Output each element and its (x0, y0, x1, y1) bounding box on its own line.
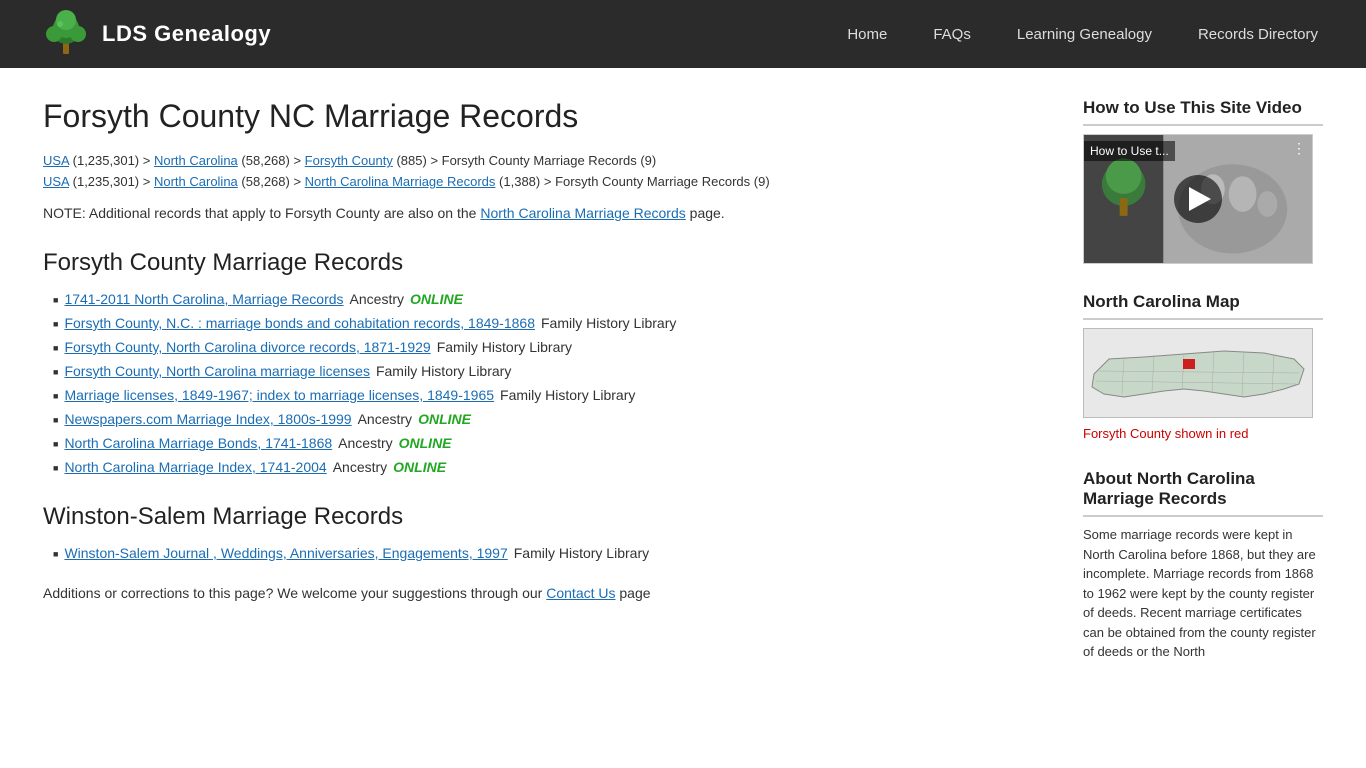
list-item: Forsyth County, North Carolina marriage … (53, 363, 1043, 379)
section1-heading: Forsyth County Marriage Records (43, 249, 1043, 277)
contact-us-link[interactable]: Contact Us (546, 585, 615, 601)
record-provider: Ancestry (350, 291, 404, 307)
list-item: 1741-2011 North Carolina, Marriage Recor… (53, 291, 1043, 307)
note-text-before: NOTE: Additional records that apply to F… (43, 205, 476, 221)
records-list-2: Winston-Salem Journal , Weddings, Annive… (43, 545, 1043, 561)
record-link[interactable]: Forsyth County, North Carolina marriage … (64, 363, 370, 379)
breadcrumb-end-1: > Forsyth County Marriage Records (9) (430, 153, 656, 168)
about-section: About North Carolina Marriage Records So… (1083, 469, 1323, 662)
record-link[interactable]: North Carolina Marriage Index, 1741-2004 (64, 459, 326, 475)
online-badge: ONLINE (410, 291, 463, 307)
breadcrumb-nc-count-1: (58,268) (241, 153, 289, 168)
record-provider: Family History Library (376, 363, 511, 379)
breadcrumb-nc-marriage[interactable]: North Carolina Marriage Records (305, 174, 496, 189)
map-section-title: North Carolina Map (1083, 292, 1323, 320)
list-item: Forsyth County, N.C. : marriage bonds an… (53, 315, 1043, 331)
section2-heading: Winston-Salem Marriage Records (43, 503, 1043, 531)
record-link[interactable]: 1741-2011 North Carolina, Marriage Recor… (64, 291, 343, 307)
breadcrumb-usa-count-1: (1,235,301) (73, 153, 140, 168)
video-thumbnail[interactable]: How to Use t... ⋮ (1083, 134, 1313, 264)
video-inner: How to Use t... ⋮ (1084, 135, 1312, 263)
breadcrumb-end-2: > Forsyth County Marriage Records (9) (544, 174, 770, 189)
online-badge: ONLINE (418, 411, 471, 427)
footer-text-before: Additions or corrections to this page? W… (43, 585, 542, 601)
record-link[interactable]: Newspapers.com Marriage Index, 1800s-199… (64, 411, 351, 427)
record-provider: Ancestry (358, 411, 412, 427)
logo-area[interactable]: LDS Genealogy (40, 8, 271, 60)
record-provider: Family History Library (500, 387, 635, 403)
breadcrumb-1: USA (1,235,301) > North Carolina (58,268… (43, 153, 1043, 168)
logo-tree-icon (40, 8, 92, 60)
breadcrumb-nc-1[interactable]: North Carolina (154, 153, 238, 168)
video-title-overlay: How to Use t... (1084, 141, 1175, 161)
map-caption-red: red (1230, 426, 1249, 441)
record-provider: Ancestry (338, 435, 392, 451)
nav-learning-genealogy[interactable]: Learning Genealogy (1009, 22, 1160, 47)
footer-note: Additions or corrections to this page? W… (43, 585, 1043, 601)
nav-home[interactable]: Home (839, 22, 895, 47)
record-link[interactable]: Winston-Salem Journal , Weddings, Annive… (64, 545, 507, 561)
breadcrumb-usa-1[interactable]: USA (43, 153, 69, 168)
main-content: Forsyth County NC Marriage Records USA (… (43, 98, 1043, 690)
nav-records-directory[interactable]: Records Directory (1190, 22, 1326, 47)
list-item: North Carolina Marriage Index, 1741-2004… (53, 459, 1043, 475)
about-text: Some marriage records were kept in North… (1083, 525, 1323, 662)
breadcrumb-nc-count-2: (58,268) (241, 174, 289, 189)
footer-text-after: page (619, 585, 650, 601)
record-provider: Family History Library (514, 545, 649, 561)
online-badge: ONLINE (393, 459, 446, 475)
record-link[interactable]: Marriage licenses, 1849-1967; index to m… (64, 387, 494, 403)
breadcrumb-2: USA (1,235,301) > North Carolina (58,268… (43, 174, 1043, 189)
video-menu-icon: ⋮ (1292, 141, 1306, 158)
list-item: Newspapers.com Marriage Index, 1800s-199… (53, 411, 1043, 427)
map-caption-text: Forsyth County shown in (1083, 426, 1226, 441)
video-section-title: How to Use This Site Video (1083, 98, 1323, 126)
nc-map (1083, 328, 1313, 418)
records-list-1: 1741-2011 North Carolina, Marriage Recor… (43, 291, 1043, 475)
list-item: Winston-Salem Journal , Weddings, Annive… (53, 545, 1043, 561)
breadcrumb-forsyth-1[interactable]: Forsyth County (305, 153, 393, 168)
video-section: How to Use This Site Video (1083, 98, 1323, 264)
record-link[interactable]: North Carolina Marriage Bonds, 1741-1868 (64, 435, 332, 451)
record-link[interactable]: Forsyth County, N.C. : marriage bonds an… (64, 315, 535, 331)
main-nav: Home FAQs Learning Genealogy Records Dir… (839, 22, 1326, 47)
breadcrumb-usa-count-2: (1,235,301) (73, 174, 140, 189)
breadcrumb-nc-marriage-count: (1,388) (499, 174, 540, 189)
online-badge: ONLINE (399, 435, 452, 451)
sidebar: How to Use This Site Video (1083, 98, 1323, 690)
record-provider: Ancestry (333, 459, 387, 475)
list-item: North Carolina Marriage Bonds, 1741-1868… (53, 435, 1043, 451)
page-title: Forsyth County NC Marriage Records (43, 98, 1043, 135)
breadcrumb-usa-2[interactable]: USA (43, 174, 69, 189)
video-play-button[interactable] (1174, 175, 1222, 223)
map-section: North Carolina Map (1083, 292, 1323, 441)
record-provider: Family History Library (541, 315, 676, 331)
note-text-after: page. (690, 205, 725, 221)
site-header: LDS Genealogy Home FAQs Learning Genealo… (0, 0, 1366, 68)
map-caption: Forsyth County shown in red (1083, 426, 1323, 441)
note-paragraph: NOTE: Additional records that apply to F… (43, 205, 1043, 221)
record-link[interactable]: Forsyth County, North Carolina divorce r… (64, 339, 430, 355)
breadcrumb-forsyth-count-1: (885) (396, 153, 426, 168)
record-provider: Family History Library (437, 339, 572, 355)
about-section-title: About North Carolina Marriage Records (1083, 469, 1323, 517)
main-layout: Forsyth County NC Marriage Records USA (… (23, 68, 1343, 720)
note-link[interactable]: North Carolina Marriage Records (480, 205, 685, 221)
list-item: Forsyth County, North Carolina divorce r… (53, 339, 1043, 355)
list-item: Marriage licenses, 1849-1967; index to m… (53, 387, 1043, 403)
nav-faqs[interactable]: FAQs (925, 22, 979, 47)
site-logo-text: LDS Genealogy (102, 21, 271, 47)
breadcrumb-nc-2[interactable]: North Carolina (154, 174, 238, 189)
